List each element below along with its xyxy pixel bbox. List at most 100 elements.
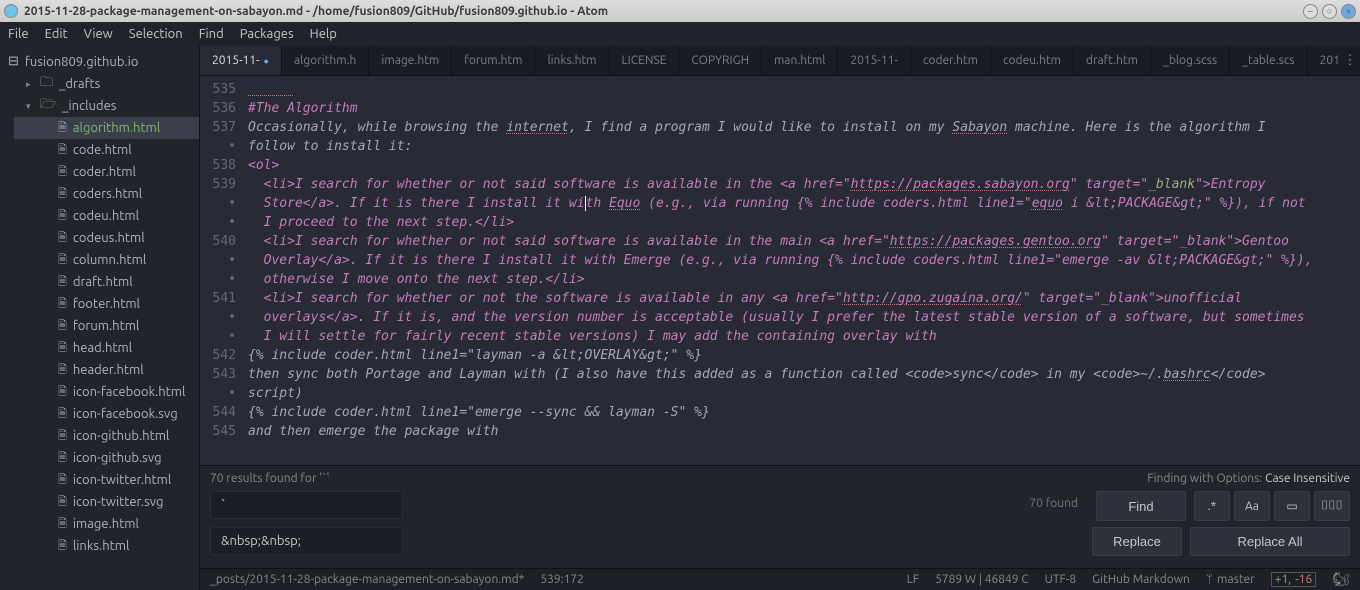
- tree-file-item[interactable]: 🗎coder.html: [14, 161, 199, 183]
- editor-tab[interactable]: links.htm: [535, 46, 609, 75]
- file-icon: 🗎: [58, 273, 67, 292]
- file-label: coder.html: [73, 165, 136, 179]
- menu-edit[interactable]: Edit: [45, 27, 68, 41]
- folder-drafts[interactable]: ▸ 🗀 _drafts: [14, 73, 199, 95]
- editor-tab[interactable]: _table.scs: [1230, 46, 1308, 75]
- whole-word-toggle[interactable]: ⌷⌷⌷: [1314, 491, 1350, 521]
- menu-find[interactable]: Find: [199, 27, 224, 41]
- folder-includes[interactable]: ▾ 🗁 _includes: [14, 95, 199, 117]
- line-number: [200, 270, 236, 289]
- file-label: coders.html: [73, 187, 142, 201]
- file-label: image.html: [73, 517, 139, 531]
- code-text: #The Algorithm: [248, 101, 358, 116]
- editor-tab[interactable]: 2015-11-: [1308, 46, 1340, 75]
- tree-file-item[interactable]: 🗎algorithm.html: [14, 117, 199, 139]
- file-icon: 🗎: [58, 427, 67, 446]
- regex-toggle[interactable]: .*: [1194, 491, 1230, 521]
- line-number: [200, 194, 236, 213]
- encoding[interactable]: UTF-8: [1045, 573, 1076, 586]
- file-icon: 🗎: [58, 317, 67, 336]
- editor-tab[interactable]: 2015-11-: [838, 46, 911, 75]
- file-label: draft.html: [73, 275, 133, 289]
- tree-file-item[interactable]: 🗎 icon-github.html: [14, 425, 199, 447]
- find-button[interactable]: Find: [1096, 491, 1186, 521]
- editor-tab[interactable]: algorithm.h: [282, 46, 369, 75]
- tree-file-item[interactable]: 🗎footer.html: [14, 293, 199, 315]
- tree-file-item[interactable]: 🗎header.html: [14, 359, 199, 381]
- replace-input[interactable]: [210, 527, 403, 555]
- tree-file-item[interactable]: 🗎head.html: [14, 337, 199, 359]
- file-label: icon-github.svg: [73, 451, 162, 465]
- editor-tab[interactable]: COPYRIGH: [679, 46, 762, 75]
- selection-toggle[interactable]: ▭: [1274, 491, 1310, 521]
- file-path: _posts/2015-11-28-package-management-on-…: [210, 573, 524, 586]
- line-number: [200, 384, 236, 403]
- file-label: icon-github.html: [73, 429, 169, 443]
- tree-file-item[interactable]: 🗎codeu.html: [14, 205, 199, 227]
- tree-file-item[interactable]: 🗎 draft.html: [14, 271, 199, 293]
- menu-help[interactable]: Help: [310, 27, 337, 41]
- file-label: codeus.html: [73, 231, 145, 245]
- case-toggle[interactable]: Aa: [1234, 491, 1270, 521]
- file-icon: 🗎: [58, 471, 67, 490]
- file-label: icon-facebook.html: [73, 385, 186, 399]
- git-branch[interactable]: ᛘmaster: [1206, 573, 1255, 586]
- tree-file-item[interactable]: 🗎links.html: [14, 535, 199, 557]
- find-input[interactable]: [210, 491, 403, 519]
- grammar[interactable]: GitHub Markdown: [1092, 573, 1190, 586]
- tree-file-item[interactable]: 🗎 icon-twitter.html: [14, 469, 199, 491]
- line-number: [200, 308, 236, 327]
- editor-lines[interactable]: #The Algorithm Occasionally, while brows…: [248, 76, 1360, 465]
- tree-file-item[interactable]: 🗎code.html: [14, 139, 199, 161]
- maximize-button[interactable]: ○: [1322, 4, 1337, 19]
- close-button[interactable]: ×: [1341, 4, 1356, 19]
- editor-tab[interactable]: codeu.htm: [991, 46, 1074, 75]
- tabs-overflow-icon[interactable]: ⋮: [1340, 46, 1360, 75]
- line-number: 538: [200, 156, 236, 175]
- tree-file-item[interactable]: 🗎 icon-github.svg: [14, 447, 199, 469]
- editor-tab[interactable]: 2015-11-: [200, 46, 282, 75]
- tab-bar: 2015-11-algorithm.himage.htmforum.htmlin…: [200, 46, 1360, 76]
- file-label: footer.html: [73, 297, 140, 311]
- text-editor[interactable]: 535536537538539540541542543544545 #The A…: [200, 76, 1360, 465]
- replace-button[interactable]: Replace: [1092, 527, 1182, 556]
- tree-file-item[interactable]: 🗎icon-twitter.svg: [14, 491, 199, 513]
- chevron-right-icon: ▸: [26, 79, 36, 90]
- line-ending[interactable]: LF: [907, 573, 919, 586]
- file-icon: 🗎: [58, 449, 67, 468]
- find-options-label: Finding with Options: Case Insensitive: [1147, 472, 1350, 485]
- cursor-position[interactable]: 539:172: [540, 573, 584, 586]
- line-number: [200, 327, 236, 346]
- tree-file-item[interactable]: 🗎icon-facebook.html: [14, 381, 199, 403]
- editor-tab[interactable]: draft.htm: [1074, 46, 1151, 75]
- find-results-count: 70 results found for '`': [210, 472, 329, 485]
- editor-tab[interactable]: man.html: [762, 46, 838, 75]
- project-root[interactable]: ⊟ fusion809.github.io: [0, 50, 199, 73]
- menu-view[interactable]: View: [84, 27, 113, 41]
- editor-tab[interactable]: forum.htm: [452, 46, 535, 75]
- tree-file-item[interactable]: 🗎codeus.html: [14, 227, 199, 249]
- minimize-button[interactable]: –: [1303, 4, 1318, 19]
- menu-selection[interactable]: Selection: [129, 27, 183, 41]
- file-icon: 🗎: [58, 493, 67, 512]
- editor-tab[interactable]: image.htm: [369, 46, 452, 75]
- menu-file[interactable]: File: [8, 27, 29, 41]
- tree-file-item[interactable]: 🗎coders.html: [14, 183, 199, 205]
- tree-file-item[interactable]: 🗎forum.html: [14, 315, 199, 337]
- squirrel-icon[interactable]: 🐿: [1332, 571, 1350, 588]
- tree-file-item[interactable]: 🗎icon-facebook.svg: [14, 403, 199, 425]
- line-number: 544: [200, 403, 236, 422]
- line-number: 543: [200, 365, 236, 384]
- editor-tab[interactable]: coder.htm: [911, 46, 991, 75]
- tree-file-item[interactable]: 🗎column.html: [14, 249, 199, 271]
- menu-packages[interactable]: Packages: [240, 27, 294, 41]
- file-label: icon-facebook.svg: [73, 407, 178, 421]
- replace-all-button[interactable]: Replace All: [1190, 527, 1350, 556]
- git-diff-stat[interactable]: +1, -16: [1271, 572, 1317, 587]
- editor-tab[interactable]: _blog.scss: [1151, 46, 1230, 75]
- tree-file-item[interactable]: 🗎image.html: [14, 513, 199, 535]
- editor-tab[interactable]: LICENSE: [610, 46, 680, 75]
- file-label: icon-twitter.html: [73, 473, 171, 487]
- file-icon: 🗎: [58, 339, 67, 358]
- project-tree[interactable]: ⊟ fusion809.github.io ▸ 🗀 _drafts ▾ 🗁 _i…: [0, 46, 200, 590]
